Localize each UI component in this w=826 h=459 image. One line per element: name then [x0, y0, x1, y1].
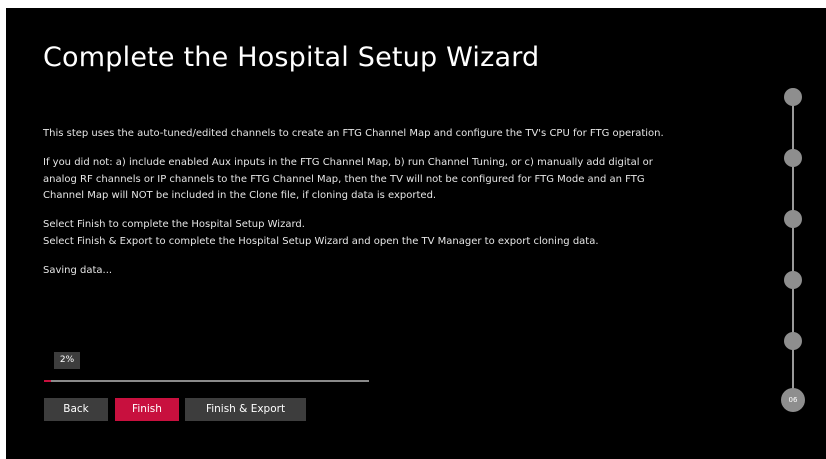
description-paragraph-2: If you did not: a) include enabled Aux i…: [43, 157, 653, 201]
progress-bar-fill: [44, 380, 51, 382]
step-dot-2: [784, 149, 802, 167]
back-button[interactable]: Back: [44, 398, 108, 421]
step-dot-1: [784, 88, 802, 106]
step-dot-current: 06: [781, 388, 805, 412]
progress-bar: [44, 380, 369, 382]
progress-percent-badge: 2%: [54, 352, 80, 369]
step-dot-4: [784, 271, 802, 289]
saving-status: Saving data...: [43, 264, 113, 276]
finish-instruction: Select Finish to complete the Hospital S…: [43, 219, 305, 230]
page-title: Complete the Hospital Setup Wizard: [43, 42, 540, 73]
description-paragraph-1: This step uses the auto-tuned/edited cha…: [43, 128, 664, 139]
finish-export-button[interactable]: Finish & Export: [185, 398, 306, 421]
finish-button[interactable]: Finish: [115, 398, 179, 421]
step-indicator: 06: [781, 88, 805, 418]
wizard-description: This step uses the auto-tuned/edited cha…: [43, 126, 683, 292]
finish-export-instruction: Select Finish & Export to complete the H…: [43, 235, 599, 247]
step-connector-line: [792, 96, 794, 408]
step-dot-5: [784, 332, 802, 350]
wizard-screen: Complete the Hospital Setup Wizard This …: [6, 8, 826, 459]
step-dot-3: [784, 210, 802, 228]
